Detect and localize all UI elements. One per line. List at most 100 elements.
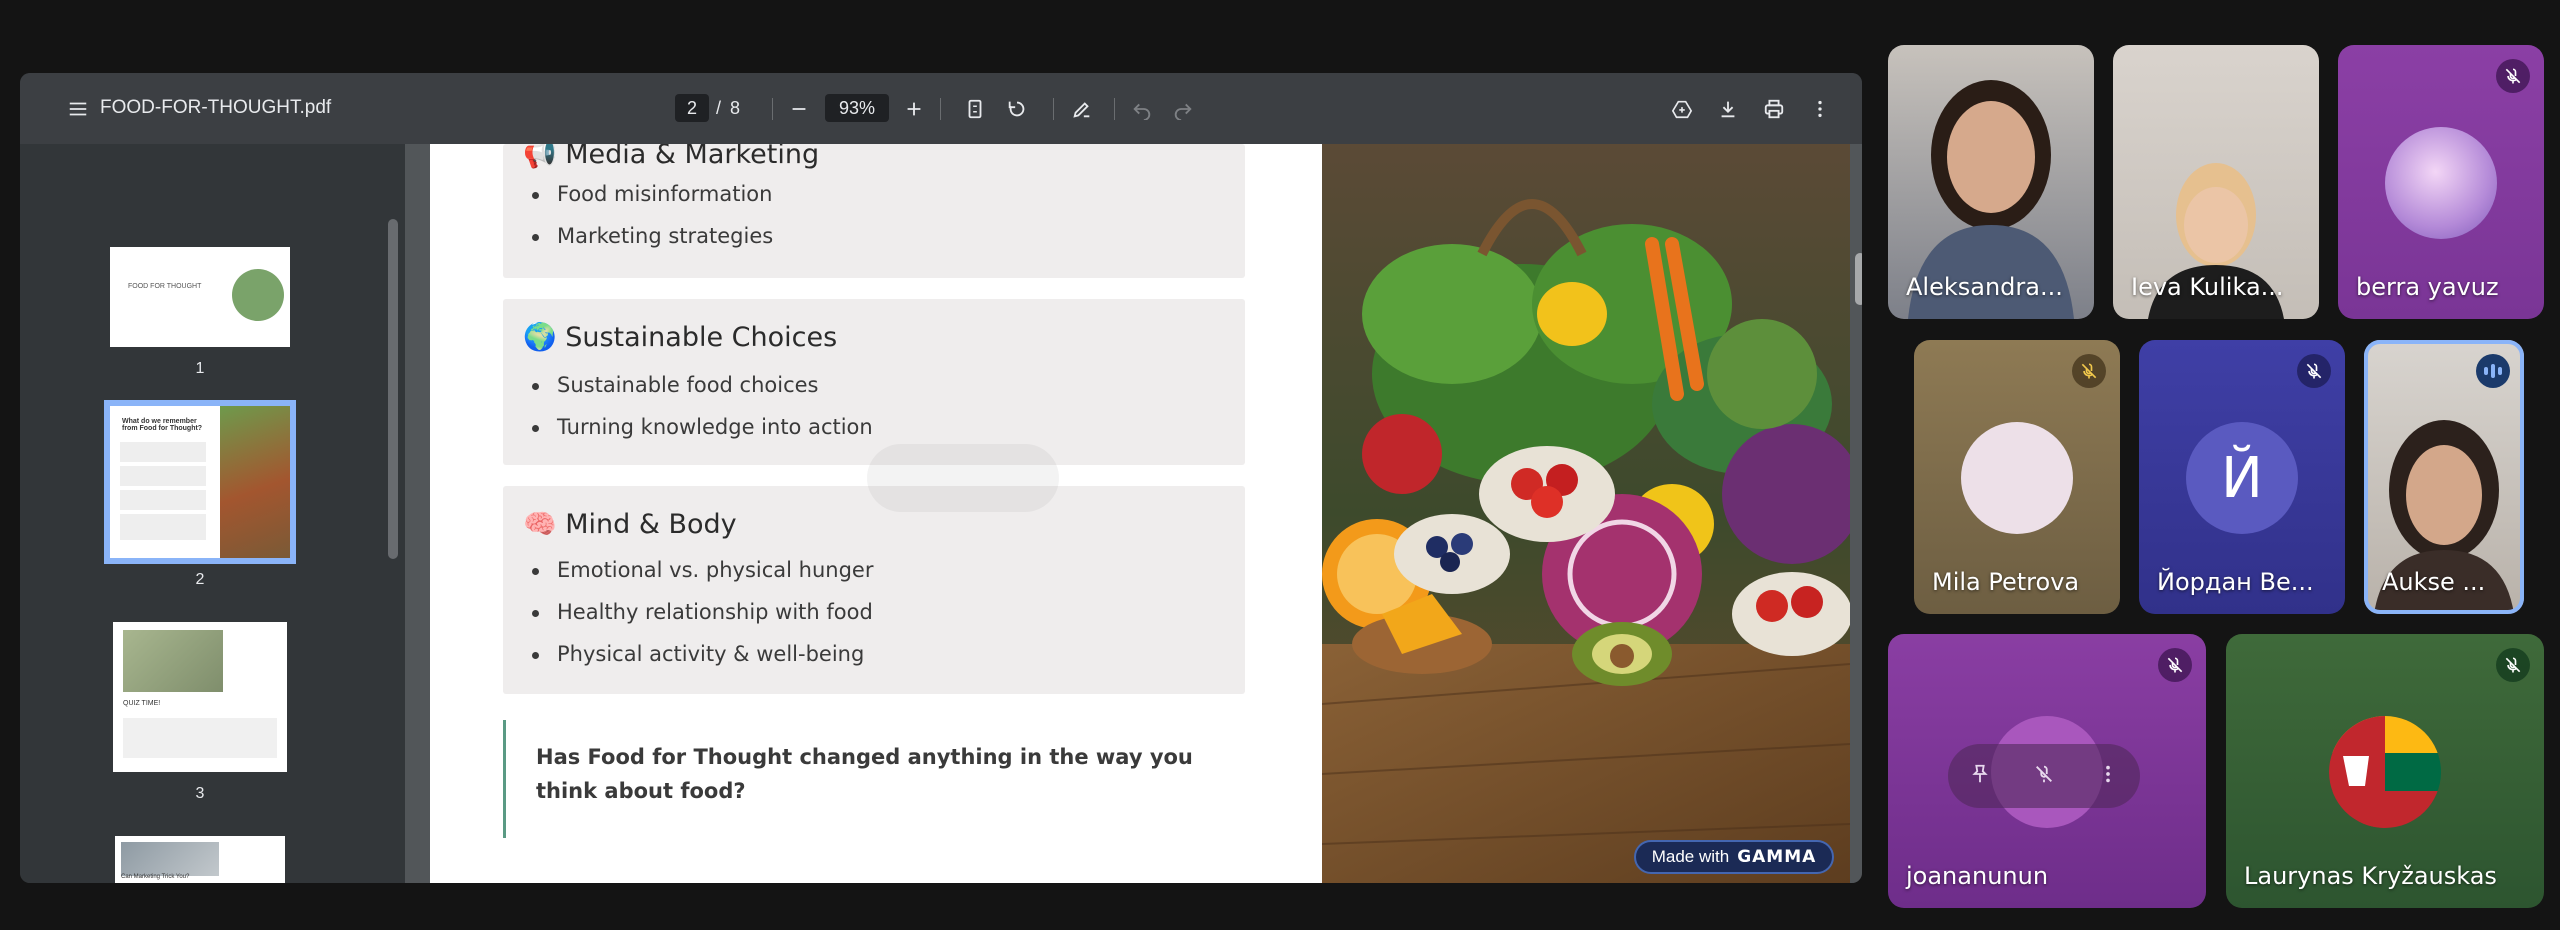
thumbnail-number: 3	[195, 785, 205, 802]
lithuania-flag-icon	[2329, 716, 2441, 828]
globe-icon: 🌍	[523, 322, 557, 353]
menu-icon[interactable]	[64, 95, 92, 123]
thumbnail-title: FOOD FOR THOUGHT	[128, 283, 202, 290]
mic-off-icon	[2297, 354, 2331, 388]
participant-tile[interactable]: Mila Petrova	[1914, 340, 2120, 614]
mic-off-icon	[2158, 648, 2192, 682]
pdf-page-area: 📢 Media & Marketing Food misinformation …	[405, 144, 1862, 883]
save-to-drive-icon[interactable]	[1668, 95, 1696, 123]
thumbnail-title: Can Marketing Trick You?	[121, 874, 190, 880]
thumbnail-image	[121, 842, 219, 876]
pin-icon[interactable]	[1969, 763, 1991, 790]
thumbnail-image	[220, 406, 290, 558]
print-icon[interactable]	[1760, 95, 1788, 123]
toolbar-divider	[1053, 98, 1054, 120]
participant-name: Mila Petrova	[1932, 568, 2080, 596]
fit-page-icon[interactable]	[961, 95, 989, 123]
avatar	[1961, 422, 2073, 534]
page-number-input[interactable]: 2	[675, 94, 709, 122]
vegetables-photo	[1322, 144, 1850, 883]
pdf-page: 📢 Media & Marketing Food misinformation …	[430, 144, 1850, 883]
section-card: 📢 Media & Marketing Food misinformation …	[503, 144, 1245, 278]
avatar	[2329, 716, 2441, 828]
thumbnail-page-2[interactable]: What do we remember from Food for Though…	[104, 400, 296, 564]
section-title: 🧠 Mind & Body	[523, 509, 737, 540]
thumbnail-sidebar: FOOD FOR THOUGHT 1 What do we remember f…	[20, 144, 398, 883]
mic-off-icon	[2496, 648, 2530, 682]
floating-controls-ghost[interactable]	[867, 444, 1059, 512]
toolbar-divider	[1114, 98, 1115, 120]
thumbnail-block	[120, 466, 206, 486]
thumbnail-block	[123, 718, 277, 758]
avatar: Й	[2186, 422, 2298, 534]
gamma-brand: GAMMA	[1737, 847, 1817, 867]
thumbnail-page-3[interactable]: QUIZ TIME!	[113, 622, 287, 772]
participant-tile[interactable]: Й Йордан Ве...	[2139, 340, 2345, 614]
mic-off-icon	[2496, 59, 2530, 93]
thumbnail-title: What do we remember from Food for Though…	[122, 418, 203, 432]
thumbnail-page-4[interactable]: Can Marketing Trick You?	[115, 836, 285, 883]
participant-name: Ieva Kulika...	[2131, 273, 2284, 301]
rotate-icon[interactable]	[1003, 95, 1031, 123]
section-bullet: Marketing strategies	[531, 224, 774, 248]
megaphone-icon: 📢	[523, 144, 557, 170]
participant-name: Laurynas Kryžauskas	[2244, 862, 2497, 890]
page-separator: /	[716, 98, 722, 118]
participant-tile[interactable]: Ieva Kulika...	[2113, 45, 2319, 319]
section-bullet: Emotional vs. physical hunger	[531, 558, 874, 582]
page-scrollbar[interactable]	[1855, 253, 1862, 305]
sidebar-scrollbar[interactable]	[388, 219, 398, 559]
participant-tile[interactable]: berra yavuz	[2338, 45, 2544, 319]
badge-prefix: Made with	[1651, 847, 1730, 866]
thumbnail-page-1[interactable]: FOOD FOR THOUGHT	[110, 247, 290, 347]
participant-name: joananunun	[1906, 862, 2049, 890]
brain-icon: 🧠	[523, 509, 557, 540]
thumbnail-image	[123, 630, 223, 692]
question-text: Has Food for Thought changed anything in…	[536, 745, 1193, 803]
pdf-viewer: FOOD-FOR-THOUGHT.pdf 2 / 8 93% FOOD FOR …	[20, 73, 1862, 883]
section-card: 🧠 Mind & Body Emotional vs. physical hun…	[503, 486, 1245, 694]
thumbnail-title: QUIZ TIME!	[123, 700, 161, 707]
section-card: 🌍 Sustainable Choices Sustainable food c…	[503, 299, 1245, 465]
section-title: 📢 Media & Marketing	[523, 144, 819, 170]
thumbnail-number: 1	[195, 360, 205, 377]
thumbnail-block	[120, 490, 206, 510]
thumbnail-block	[120, 514, 206, 540]
zoom-out-icon[interactable]	[785, 95, 813, 123]
tile-hover-controls	[1948, 744, 2140, 808]
participant-name: Aleksandra...	[1906, 273, 2063, 301]
participant-tile[interactable]: joananunun	[1888, 634, 2206, 908]
mic-off-icon[interactable]	[2033, 763, 2055, 790]
participant-name: Aukse ...	[2382, 568, 2486, 596]
thumbnail-image	[232, 269, 284, 321]
section-bullet: Sustainable food choices	[532, 373, 819, 397]
thumbnail-block	[120, 442, 206, 462]
thumbnail-number: 2	[195, 571, 205, 588]
download-icon[interactable]	[1714, 95, 1742, 123]
meeting-stage: FOOD-FOR-THOUGHT.pdf 2 / 8 93% FOOD FOR …	[0, 0, 2560, 930]
toolbar-divider	[940, 98, 941, 120]
zoom-level-input[interactable]: 93%	[825, 94, 889, 122]
participant-tile-active-speaker[interactable]: Aukse ...	[2364, 340, 2524, 614]
zoom-in-icon[interactable]	[900, 95, 928, 123]
section-bullet: Turning knowledge into action	[532, 415, 873, 439]
question-callout: Has Food for Thought changed anything in…	[503, 720, 1263, 838]
section-bullet: Healthy relationship with food	[532, 600, 873, 624]
participant-tile[interactable]: Laurynas Kryžauskas	[2226, 634, 2544, 908]
more-options-icon[interactable]	[1806, 95, 1834, 123]
mic-off-icon	[2072, 354, 2106, 388]
section-bullet: Physical activity & well-being	[531, 642, 865, 666]
redo-icon[interactable]	[1169, 95, 1197, 123]
more-options-icon[interactable]	[2097, 763, 2119, 790]
file-name: FOOD-FOR-THOUGHT.pdf	[100, 97, 332, 118]
section-title: 🌍 Sustainable Choices	[523, 322, 838, 353]
undo-icon[interactable]	[1128, 95, 1156, 123]
toolbar-divider	[772, 98, 773, 120]
page-total: 8	[730, 98, 741, 118]
made-with-gamma-badge[interactable]: Made with GAMMA	[1634, 840, 1834, 874]
annotate-pen-icon[interactable]	[1068, 95, 1096, 123]
section-bullet: Food misinformation	[531, 182, 773, 206]
pdf-toolbar: FOOD-FOR-THOUGHT.pdf 2 / 8 93%	[20, 73, 1862, 144]
participant-tile[interactable]: Aleksandra...	[1888, 45, 2094, 319]
speaking-indicator-icon	[2476, 354, 2510, 388]
